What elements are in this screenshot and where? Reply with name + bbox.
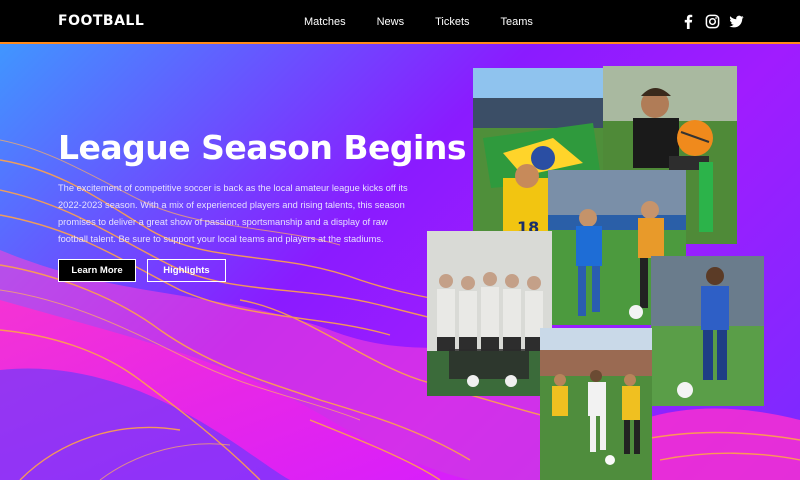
learn-more-button[interactable]: Learn More — [58, 259, 136, 282]
twitter-icon[interactable] — [729, 14, 744, 29]
hero-description: The excitement of competitive soccer is … — [58, 183, 408, 244]
nav-link-teams[interactable]: Teams — [501, 16, 533, 28]
social-links — [681, 14, 744, 29]
nav-link-news[interactable]: News — [377, 16, 405, 28]
site-header: FOOTBALL Matches News Tickets Teams — [0, 0, 800, 44]
nav-link-tickets[interactable]: Tickets — [435, 16, 469, 28]
player-in-blue-photo — [651, 256, 764, 406]
hero-title: League Season Begins — [58, 128, 466, 167]
team-group-photo — [427, 231, 552, 396]
site-logo[interactable]: FOOTBALL — [58, 13, 144, 29]
youth-match-photo — [540, 328, 652, 480]
highlights-button[interactable]: Highlights — [147, 259, 226, 282]
facebook-icon[interactable] — [681, 14, 696, 29]
main-nav: Matches News Tickets Teams — [304, 16, 564, 28]
instagram-icon[interactable] — [705, 14, 720, 29]
nav-link-matches[interactable]: Matches — [304, 16, 346, 28]
